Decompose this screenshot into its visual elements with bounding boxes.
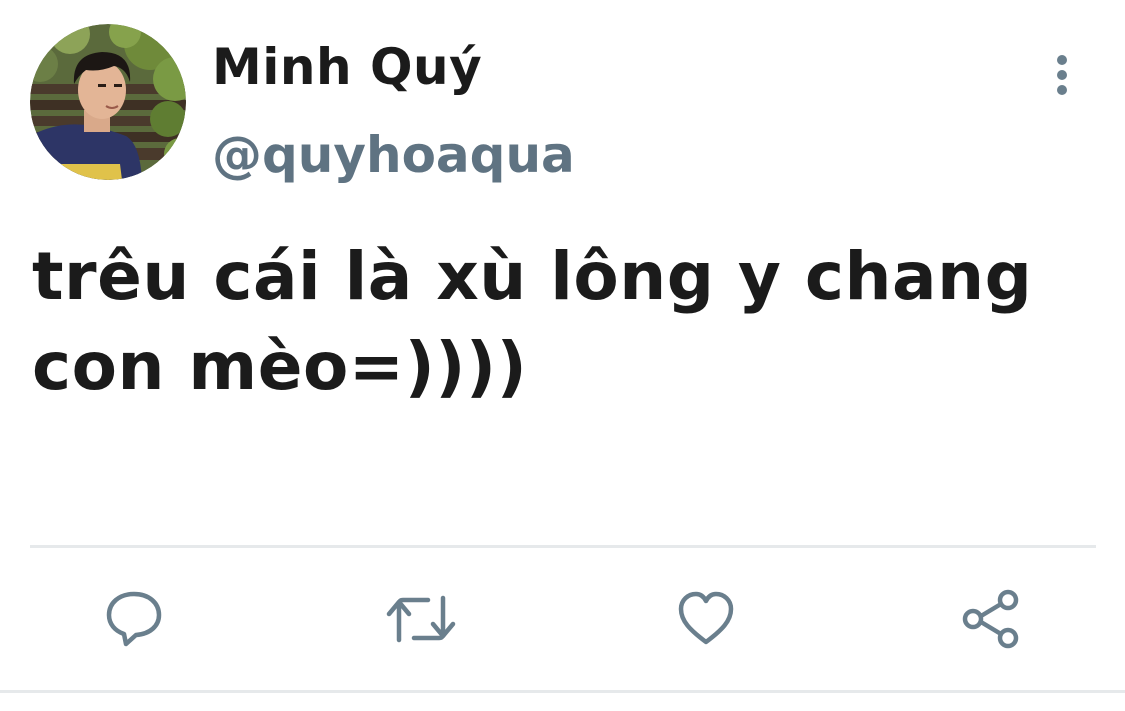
tweet-card: Minh Quý @quyhoaqua trêu cái là xù lông … (0, 0, 1125, 711)
more-options-button[interactable] (1042, 52, 1082, 98)
vertical-dots-icon (1057, 55, 1067, 95)
profile-photo-icon (30, 24, 186, 180)
user-handle[interactable]: @quyhoaqua (212, 126, 575, 184)
like-button[interactable] (676, 588, 736, 650)
speech-bubble-icon (106, 591, 162, 647)
tweet-text: trêu cái là xù lông y chang con mèo=)))) (32, 238, 1033, 405)
divider (0, 690, 1125, 693)
heart-icon (678, 591, 734, 645)
display-name[interactable]: Minh Quý (212, 38, 482, 96)
reply-button[interactable] (104, 588, 164, 650)
share-nodes-icon (962, 589, 1019, 649)
divider (30, 545, 1096, 548)
share-button[interactable] (960, 588, 1020, 650)
retweet-arrows-icon (386, 595, 456, 643)
avatar[interactable] (30, 24, 186, 180)
retweet-button[interactable] (386, 588, 456, 650)
